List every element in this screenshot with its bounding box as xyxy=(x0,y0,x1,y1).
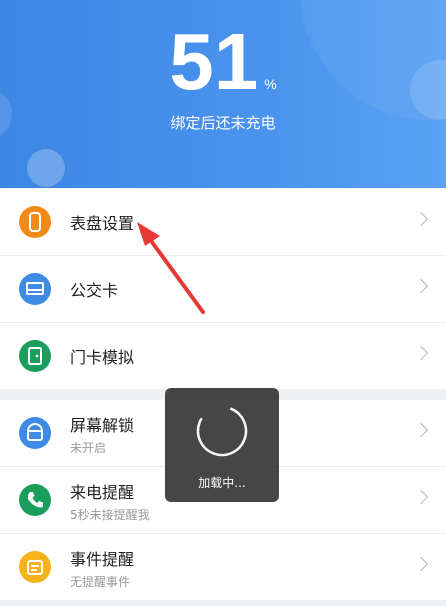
phone-icon xyxy=(19,484,51,516)
menu-item-label: 公交卡 xyxy=(70,281,119,300)
battery-header: 51% 绑定后还未充电 xyxy=(0,0,446,188)
loading-text: 加载中... xyxy=(198,476,246,490)
bus-card-icon xyxy=(19,273,51,305)
chevron-right-icon xyxy=(413,489,429,505)
menu-item-label: 来电提醒 xyxy=(70,483,135,502)
menu-item-subtitle: 未开启 xyxy=(70,441,107,455)
chevron-right-icon xyxy=(413,278,429,294)
battery-unit: % xyxy=(264,76,277,92)
loading-toast: 加载中... xyxy=(165,388,279,502)
battery-value: 51 xyxy=(169,17,259,106)
menu-item-label: 门卡模拟 xyxy=(70,348,135,367)
chevron-right-icon xyxy=(413,556,429,572)
chevron-right-icon xyxy=(413,211,429,227)
battery-status-text: 绑定后还未充电 xyxy=(170,114,276,132)
menu-item-watch-face[interactable]: 表盘设置 xyxy=(0,189,446,256)
watermark-logo: B xyxy=(380,556,393,577)
chevron-right-icon xyxy=(413,422,429,438)
event-icon xyxy=(19,551,51,583)
menu-item-subtitle: 无提醒事件 xyxy=(70,575,131,589)
menu-item-label: 屏幕解锁 xyxy=(70,416,135,435)
menu-item-bus-card[interactable]: 公交卡 xyxy=(0,256,446,323)
battery-percentage: 51% xyxy=(0,20,446,126)
screen-unlock-icon xyxy=(19,417,51,449)
menu-item-door-card[interactable]: 门卡模拟 xyxy=(0,323,446,389)
menu-group-1: 表盘设置 公交卡 门卡模拟 xyxy=(0,189,446,389)
menu-item-subtitle: 5秒未接提醒我 xyxy=(70,508,150,522)
watch-face-icon xyxy=(19,206,51,238)
chevron-right-icon xyxy=(413,345,429,361)
menu-item-label: 事件提醒 xyxy=(70,550,135,569)
door-card-icon xyxy=(19,340,51,372)
menu-item-label: 表盘设置 xyxy=(70,214,135,233)
decor-bubble xyxy=(27,149,65,187)
